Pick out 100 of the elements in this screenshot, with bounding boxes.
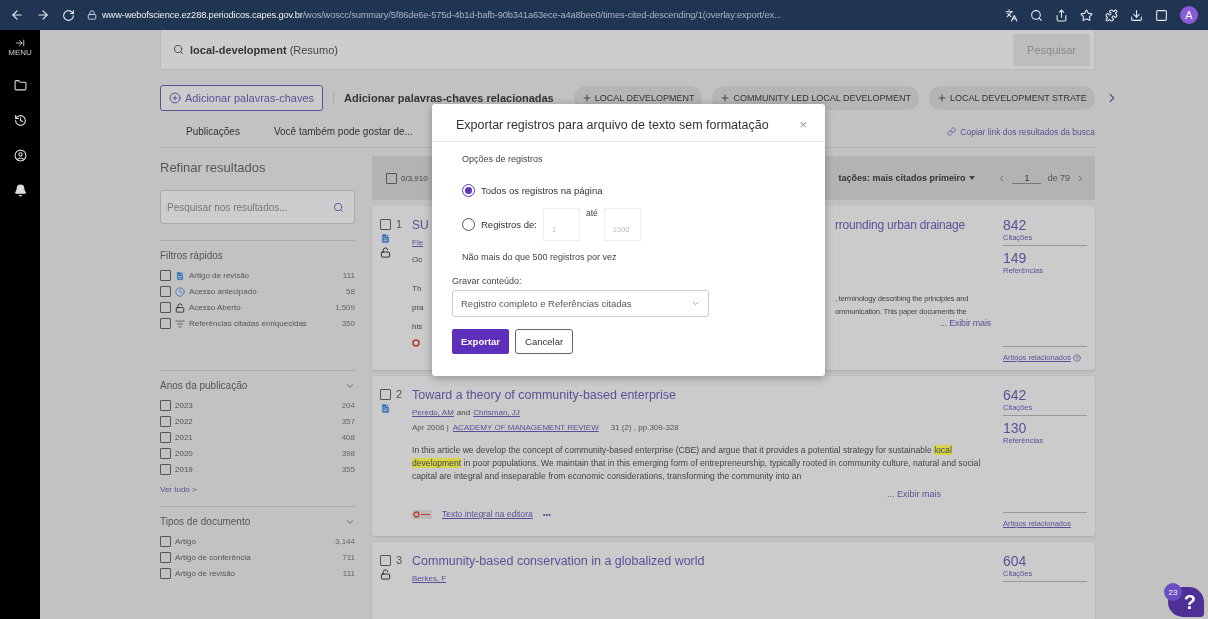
range-label: até <box>586 208 598 218</box>
checkbox[interactable] <box>160 464 171 475</box>
page-total: de 79 <box>1047 173 1070 183</box>
profile-avatar[interactable]: A <box>1180 6 1198 24</box>
section-title: Tipos de documento <box>160 516 251 527</box>
checkbox[interactable] <box>160 568 171 579</box>
checkbox[interactable] <box>160 286 171 297</box>
result-title[interactable]: Toward a theory of community-based enterprise <box>412 388 1001 402</box>
keyword-chip[interactable]: LOCAL DEVELOPMENT STRATE <box>929 86 1095 110</box>
translate-icon[interactable] <box>1005 8 1018 22</box>
abstract-text: In this article we develop the concept of community-based enterprise (CBE) and argue that it provides a potential strategy for sustainable local development in poor populations. We maintain that in this emerging form of entrepreneurship, typically rooted in community culture, natural and social capital are integral and inseparable from economic considerations, transforming the community into an <box>412 444 982 483</box>
filter-label: Artigo de revisão <box>175 569 237 578</box>
sort-dropdown[interactable]: tações: mais citados primeiro <box>838 173 976 183</box>
checkbox[interactable] <box>160 536 171 547</box>
checkbox[interactable] <box>380 388 391 400</box>
journal-link[interactable]: ACADEMY OF MANAGEMENT REVIEW <box>452 423 599 432</box>
filter-count: 3,144 <box>334 537 355 546</box>
more-options-button[interactable]: ••• <box>542 509 552 519</box>
document-icon <box>175 270 185 281</box>
full-text-link[interactable]: Texto integral na editora <box>442 509 533 519</box>
show-more-link[interactable]: ... Exibir mais <box>940 318 991 328</box>
nav-link[interactable]: Você também pode gostar de... <box>273 126 413 137</box>
refine-search-field[interactable]: Pesquisar nos resultados... <box>160 190 355 224</box>
show-more-link[interactable]: ... Exibir mais <box>887 489 941 499</box>
notification-badge: 23 <box>1164 583 1182 601</box>
abstract-line: pra <box>412 302 425 314</box>
page-field[interactable]: 1 <box>1012 172 1042 184</box>
filter-label: 2020 <box>175 449 194 458</box>
result-title[interactable]: SU <box>412 218 428 232</box>
checkbox[interactable] <box>380 218 391 230</box>
reload-icon[interactable] <box>62 8 75 22</box>
search-icon <box>173 44 184 55</box>
author-link[interactable]: Chrisman, JJ <box>473 408 520 417</box>
nav-link[interactable]: Publicações <box>186 126 240 137</box>
history-icon[interactable] <box>13 114 27 127</box>
citation-count[interactable]: 842 <box>1003 218 1087 233</box>
section-title: Anos da publicação <box>160 380 248 391</box>
reference-count[interactable]: 130 <box>1003 421 1087 436</box>
reference-count[interactable]: 149 <box>1003 251 1087 266</box>
filter-label: 2019 <box>175 465 194 474</box>
filter-count: 111 <box>342 271 355 280</box>
filter-count: 711 <box>342 553 355 562</box>
checkbox[interactable] <box>380 554 391 566</box>
forward-icon[interactable] <box>36 8 50 22</box>
account-icon[interactable] <box>13 149 27 162</box>
section-label: Opções de registros <box>461 154 544 164</box>
author-link[interactable]: Peredo, AM <box>412 408 454 417</box>
checkbox[interactable] <box>160 432 171 443</box>
plus-icon <box>720 93 731 103</box>
section-title: Filtros rápidos <box>160 250 223 261</box>
filter-count: 408 <box>341 433 355 442</box>
checkbox[interactable] <box>160 318 171 329</box>
checkbox[interactable] <box>160 552 171 563</box>
padlock-icon <box>175 302 185 313</box>
export-button[interactable]: Exportar <box>452 329 510 354</box>
zoom-icon[interactable] <box>1030 8 1043 22</box>
author-link[interactable]: Berkes, F <box>412 574 447 583</box>
help-icon <box>1072 353 1081 362</box>
checkbox[interactable] <box>160 302 171 313</box>
cancel-button[interactable]: Cancelar <box>515 329 574 354</box>
back-icon[interactable] <box>10 8 24 22</box>
checkbox[interactable] <box>160 448 171 459</box>
result-title[interactable]: rrounding urban drainage <box>835 218 1001 232</box>
bell-icon[interactable] <box>13 184 27 197</box>
share-icon[interactable] <box>1055 8 1068 22</box>
publication-date: Apr 2006 | <box>412 423 449 432</box>
dialog-title: Exportar registros para arquivo de texto sem formatação <box>456 117 769 132</box>
citation-count[interactable]: 642 <box>1003 388 1087 403</box>
close-button[interactable]: × <box>795 117 811 132</box>
document-icon <box>380 233 391 244</box>
checkbox[interactable] <box>160 400 171 411</box>
checkbox[interactable] <box>386 172 397 184</box>
content-label: Gravar conteúdo: <box>452 276 523 286</box>
filter-count: 58 <box>346 287 355 296</box>
address-bar[interactable]: www-webofscience.ez288.periodicos.capes.gov.br/wos/woscc/summary/5f86de6e-575d-4b1d-bafb-90b341a63ece-a4a8bee0/times-cited-descending/1(overlay:export/ex... <box>87 10 993 20</box>
filter-label: Artigo <box>175 537 197 546</box>
add-keywords-button[interactable]: Adicionar palavras-chaves <box>160 85 323 111</box>
radio-label: Registros de: <box>481 218 537 230</box>
folder-icon[interactable] <box>13 79 27 92</box>
author-link[interactable]: Fle <box>412 238 428 247</box>
filter-count: 357 <box>341 417 355 426</box>
filter-count: 350 <box>341 319 355 328</box>
filter-label: Acesso antecipado <box>189 287 258 296</box>
checkbox[interactable] <box>160 416 171 427</box>
refine-title: Refinar resultados <box>160 160 267 177</box>
filter-count: 1,509 <box>334 303 355 312</box>
result-title[interactable]: Community-based conservation in a globalized world <box>412 554 1001 568</box>
filter-count: 111 <box>342 569 355 578</box>
checkbox[interactable] <box>160 270 171 281</box>
filter-label: Referências citadas enriquecidas <box>189 319 308 328</box>
copy-link[interactable]: Copiar link dos resultados da busca <box>947 126 1095 137</box>
star-icon[interactable] <box>1080 8 1093 22</box>
see-all-link[interactable]: Ver tudo > <box>160 485 355 494</box>
publication-date: Oc <box>412 254 424 266</box>
download-icon[interactable] <box>1130 8 1143 22</box>
content-select[interactable]: Registro completo e Referências citadas <box>452 290 709 317</box>
extension-icon[interactable] <box>1105 8 1118 22</box>
menu-toggle[interactable]: MENU <box>8 38 32 57</box>
citation-count[interactable]: 604 <box>1003 554 1087 569</box>
sidebar-icon[interactable] <box>1155 8 1168 22</box>
